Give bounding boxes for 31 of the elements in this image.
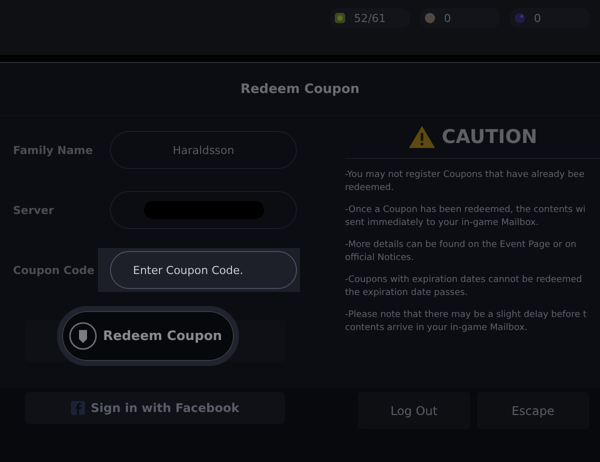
menu-button[interactable]: Escape (477, 392, 589, 429)
facebook-icon (70, 401, 85, 415)
field-label: Family Name (12, 144, 94, 156)
caution-note-line: contents arrive in your in-game Mailbox. (345, 322, 528, 334)
caution-note-line: redeemed. (345, 182, 395, 194)
caution-note-line: sent immediately to your in-game Mailbox. (345, 216, 540, 229)
energy-icon (334, 12, 346, 24)
caution-note-line: the expiration date passes. (345, 286, 469, 299)
gem-icon (514, 12, 526, 24)
caution-note-line: -You may not register Coupons that have already bee (345, 169, 586, 182)
coupon-code-input[interactable]: Enter Coupon Code. (110, 251, 297, 289)
warning-icon (408, 125, 436, 149)
counter-value: 0 (534, 12, 541, 24)
family-name-field: Haraldsson (110, 131, 297, 169)
facebook-sign-in-button[interactable]: Sign in with Facebook (25, 392, 285, 424)
redeem-coupon-button[interactable]: Redeem Coupon (57, 306, 239, 366)
counter-value: 0 (444, 12, 451, 24)
caution-note-line: -Once a Coupon has been redeemed, the contents wi (345, 204, 586, 216)
coin-icon (424, 12, 436, 24)
coupon-icon (68, 321, 98, 351)
caution-title: CAUTION (442, 126, 538, 148)
caution-note-line: -Please note that there may be a slight delay before t (345, 309, 588, 322)
counter-value: 52/61 (354, 12, 386, 24)
caution-note-line: official Notices. (345, 252, 415, 264)
caution-note-line: -Coupons with expiration dates cannot be redeemed (345, 274, 583, 286)
dialog-title: Redeem Coupon (0, 63, 600, 116)
caution-note-line: -More details can be found on the Event Page or on (345, 239, 578, 252)
server-field[interactable] (110, 191, 297, 229)
menu-button[interactable]: Log Out (358, 392, 470, 429)
field-label: Server (12, 204, 55, 216)
field-label: Coupon Code (12, 264, 96, 276)
